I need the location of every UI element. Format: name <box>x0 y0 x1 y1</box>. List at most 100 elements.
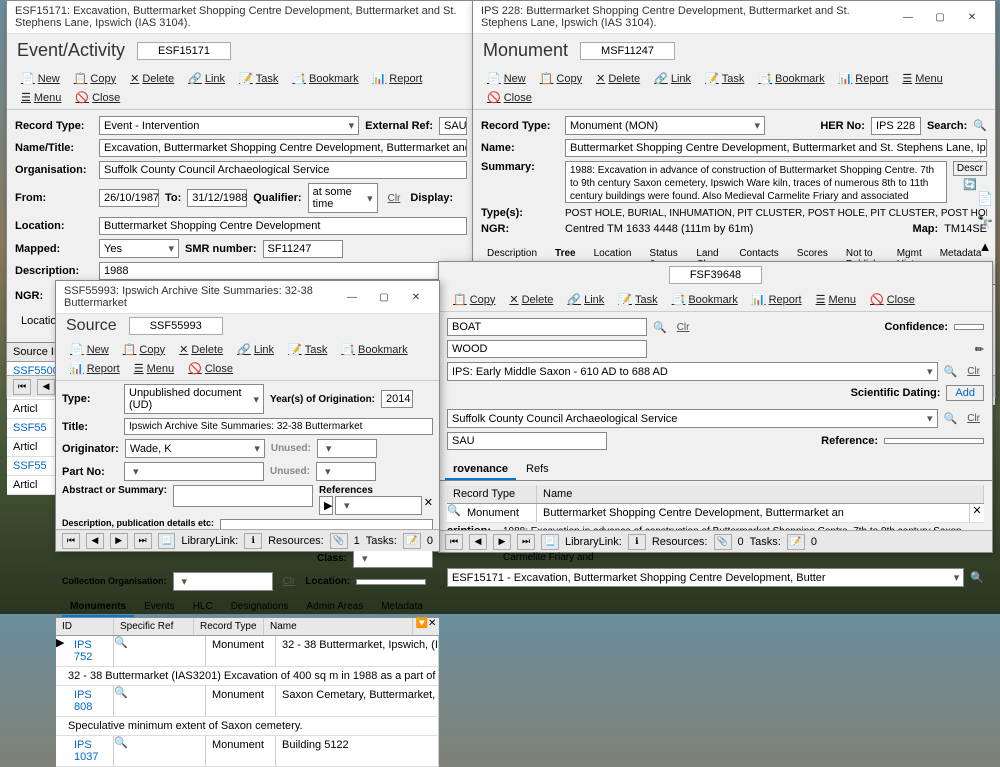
type-dropdown[interactable]: Unpublished document (UD) <box>124 384 264 414</box>
bookmark-button[interactable]: 📑Bookmark <box>335 341 413 358</box>
grid-row[interactable]: IPS 808🔍MonumentSaxon Cemetary, Butterma… <box>56 686 439 717</box>
tab-monuments[interactable]: Monuments <box>62 598 134 617</box>
org-dropdown[interactable]: Suffolk County Council Archaeological Se… <box>447 409 938 428</box>
new-button[interactable]: 📄New <box>481 70 532 87</box>
minimize-button[interactable]: — <box>337 288 367 306</box>
task-button[interactable]: 📝 <box>787 534 805 550</box>
res-button[interactable]: 📎 <box>714 534 732 550</box>
tab-metadata[interactable]: Metadata <box>373 598 431 617</box>
prev-button[interactable]: ◀ <box>86 533 104 549</box>
her-field[interactable]: IPS 228 <box>871 117 921 135</box>
col-name[interactable]: Name <box>537 485 984 503</box>
grid-row[interactable]: Speculative minimum extent of Saxon ceme… <box>56 717 439 736</box>
clr-button[interactable]: Clr <box>963 365 984 378</box>
maximize-button[interactable]: ▢ <box>369 288 399 306</box>
close-button[interactable]: 🚫Close <box>481 89 538 106</box>
filter-icon[interactable]: 🔽✕ <box>413 618 439 635</box>
file-icon[interactable]: 📄 <box>977 191 993 207</box>
info-button[interactable]: ℹ <box>244 533 262 549</box>
originator-dropdown[interactable]: Wade, K <box>125 439 265 458</box>
add-button[interactable]: Add <box>946 385 984 401</box>
minimize-button[interactable]: — <box>893 8 923 26</box>
link-button[interactable]: 🔗Link <box>182 70 231 87</box>
link-button[interactable]: 🔗Link <box>561 291 610 308</box>
qualifier-dropdown[interactable]: at some time <box>308 183 378 213</box>
copy-button[interactable]: 📋Copy <box>117 341 171 358</box>
col-record-type[interactable]: Record Type <box>194 618 264 635</box>
name-field[interactable]: Buttermarket Shopping Centre Development… <box>565 139 987 157</box>
desc-field[interactable]: 1988 <box>99 262 467 280</box>
tab-events[interactable]: Events <box>136 598 183 617</box>
search-icon[interactable]: 🔍 <box>973 119 987 132</box>
search-icon[interactable]: 🔍 <box>970 571 984 584</box>
grid-row[interactable]: IPS 1037🔍MonumentBuilding 5122 <box>56 736 439 767</box>
task-button[interactable]: 📝Task <box>282 341 333 358</box>
name-field[interactable]: Excavation, Buttermarket Shopping Centre… <box>99 139 467 157</box>
org-field[interactable]: Suffolk County Council Archaeological Se… <box>99 161 467 179</box>
binoculars-icon[interactable]: 🔭 <box>977 215 993 231</box>
reference-field[interactable] <box>884 438 984 444</box>
report-button[interactable]: 📊Report <box>367 70 429 87</box>
close-button[interactable]: 🚫Close <box>864 291 921 308</box>
close-icon[interactable]: ✕ <box>424 496 433 515</box>
tab-provenance[interactable]: rovenance <box>445 460 516 480</box>
title-field[interactable]: Ipswich Archive Site Summaries: 32-38 Bu… <box>124 418 433 435</box>
sau-field[interactable]: SAU <box>447 432 607 450</box>
menu-button[interactable]: ☰Menu <box>810 291 862 308</box>
refresh-icon[interactable]: 🔄 <box>953 178 987 191</box>
last-button[interactable]: ⏭ <box>517 534 535 550</box>
abstract-field[interactable] <box>173 485 313 507</box>
search-icon[interactable]: 🔍 <box>944 365 958 378</box>
grid-row[interactable]: 🔍 Monument Buttermarket Shopping Centre … <box>447 504 984 523</box>
task-button[interactable]: 📝Task <box>612 291 663 308</box>
task-button[interactable]: 📝 <box>403 533 421 549</box>
report-button[interactable]: 📊Report <box>64 360 126 377</box>
bookmark-button[interactable]: 📑Bookmark <box>286 70 364 87</box>
external-ref-field[interactable]: SAU <box>439 117 467 135</box>
class-dropdown[interactable] <box>353 549 433 568</box>
descr-button[interactable]: Descr <box>953 161 987 176</box>
next-button[interactable]: ▶ <box>493 534 511 550</box>
ref-dropdown[interactable] <box>335 496 422 515</box>
record-type-dropdown[interactable]: Event - Intervention <box>99 116 359 135</box>
delete-button[interactable]: ✕Delete <box>124 70 180 87</box>
clr-button[interactable]: Clr <box>384 192 405 205</box>
copy-button[interactable]: 📋Copy <box>447 291 501 308</box>
tab-designations[interactable]: Designations <box>223 598 297 617</box>
copy-button[interactable]: 📋Copy <box>68 70 122 87</box>
close-button[interactable]: 🚫Close <box>182 360 239 377</box>
record-type-dropdown[interactable]: Monument (MON) <box>565 116 765 135</box>
report-button[interactable]: 📊Report <box>746 291 808 308</box>
link-button[interactable]: 🔗Link <box>648 70 697 87</box>
year-field[interactable]: 2014 <box>381 390 413 408</box>
confidence-field[interactable] <box>954 324 984 330</box>
coll-org-dropdown[interactable] <box>173 572 273 591</box>
close-button[interactable]: 🚫Close <box>69 89 126 106</box>
boat-field[interactable]: BOAT <box>447 318 647 336</box>
clr-button[interactable]: Clr <box>673 321 694 334</box>
up-icon[interactable]: ▲ <box>977 239 993 255</box>
first-button[interactable]: ⏮ <box>62 533 80 549</box>
col-record-type[interactable]: Record Type <box>447 485 537 503</box>
copy-button[interactable]: 📋Copy <box>534 70 588 87</box>
link-button[interactable]: 🔗Link <box>231 341 280 358</box>
location-field[interactable] <box>356 579 426 585</box>
tab-hlc[interactable]: HLC <box>185 598 221 617</box>
search-icon[interactable]: 🔍 <box>944 412 958 425</box>
task-button[interactable]: 📝Task <box>233 70 284 87</box>
unused2-dropdown[interactable] <box>316 462 376 481</box>
col-name[interactable]: Name <box>264 618 413 635</box>
smr-field[interactable]: SF11247 <box>263 240 343 258</box>
bookmark-button[interactable]: 📑Bookmark <box>752 70 830 87</box>
info-button[interactable]: ℹ <box>628 534 646 550</box>
delete-button[interactable]: ✕Delete <box>173 341 229 358</box>
prev-button[interactable]: ◀ <box>469 534 487 550</box>
maximize-button[interactable]: ▢ <box>925 8 955 26</box>
grid-row[interactable]: ▶IPS 752🔍Monument32 - 38 Buttermarket, I… <box>56 636 439 667</box>
clr-button[interactable]: Clr <box>279 575 300 588</box>
grid-row[interactable]: 32 - 38 Buttermarket (IAS3201) Excavatio… <box>56 667 439 686</box>
period-dropdown[interactable]: IPS: Early Middle Saxon - 610 AD to 688 … <box>447 362 938 381</box>
doc-button[interactable]: 📃 <box>158 533 176 549</box>
new-button[interactable]: 📄New <box>15 70 66 87</box>
prev-button[interactable]: ◀ <box>37 379 55 395</box>
